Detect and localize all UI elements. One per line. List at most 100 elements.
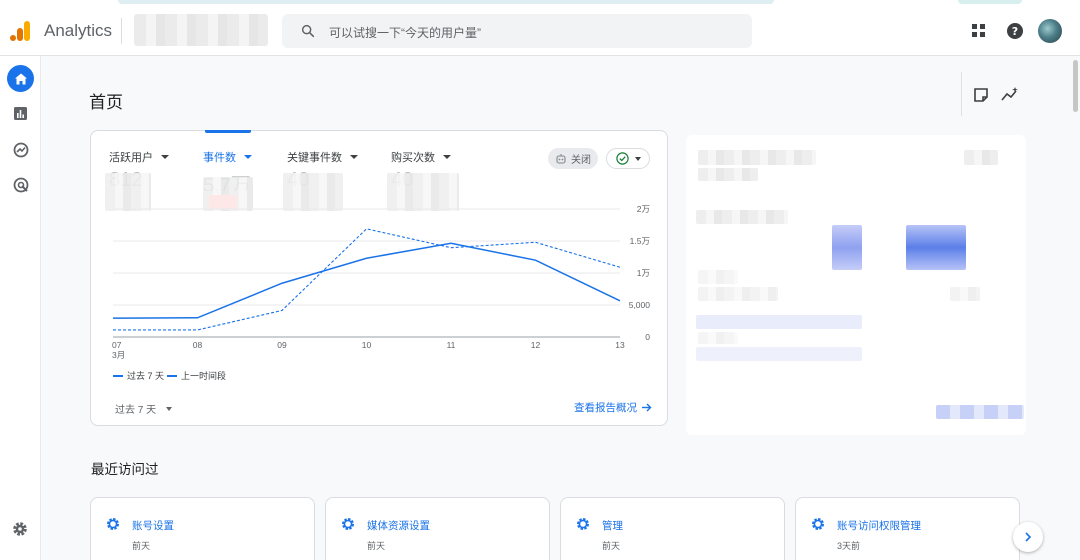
active-tab-indicator <box>205 130 251 133</box>
date-range-selector[interactable]: 过去 7 天 <box>115 401 173 416</box>
recent-item[interactable]: 管理 前天 <box>560 497 785 560</box>
redacted-text <box>696 210 788 224</box>
page-title: 首页 <box>89 93 123 112</box>
explore-icon <box>13 142 28 157</box>
y-tick-label: 1.5万 <box>630 236 650 246</box>
apps-grid-icon[interactable] <box>970 22 988 40</box>
compare-toggle[interactable]: 关闭 <box>548 148 598 169</box>
caret-down-icon <box>244 155 252 159</box>
x-tick-label: 12 <box>531 340 541 350</box>
x-tick-sublabel: 3月 <box>112 350 125 360</box>
chevron-right-icon <box>1025 532 1032 542</box>
help-icon[interactable]: ? <box>1006 22 1024 40</box>
x-tick-label: 10 <box>362 340 372 350</box>
next-button[interactable] <box>1013 522 1043 552</box>
redacted-link <box>936 405 1024 419</box>
redacted-text <box>964 150 998 165</box>
legend-swatch-dashed <box>167 374 177 377</box>
tab-event-count[interactable]: 事件数 <box>203 149 252 165</box>
caret-down-icon <box>443 155 451 159</box>
nav-home[interactable] <box>7 65 34 92</box>
series-line-previous <box>113 228 621 331</box>
metrics-card: 活跃用户 事件数 关键事件数 购买次数 812 5.7万 40 40 关闭 05… <box>90 130 668 426</box>
gear-icon <box>342 518 354 530</box>
nav-explore[interactable] <box>7 136 34 163</box>
top-highlight-right <box>958 0 1022 4</box>
recent-section-title: 最近访问过 <box>91 462 159 477</box>
view-report-label: 查看报告概况 <box>574 402 637 414</box>
date-range-label: 过去 7 天 <box>115 405 157 416</box>
caret-down-icon <box>161 155 169 159</box>
y-tick-label: 0 <box>645 332 650 342</box>
redacted-text <box>950 287 980 301</box>
check-circle-icon <box>615 152 629 165</box>
redacted-text <box>698 168 758 181</box>
tab-label: 购买次数 <box>391 152 435 164</box>
nav-advertising[interactable] <box>7 171 34 198</box>
gear-icon <box>577 518 589 530</box>
series-line-current <box>112 242 621 319</box>
recent-item-label: 账号访问权限管理 <box>837 520 921 532</box>
x-tick-label: 11 <box>447 340 456 350</box>
arrow-right-icon <box>642 403 652 412</box>
left-nav-rail <box>0 56 41 560</box>
recent-item-time: 3天前 <box>837 541 861 551</box>
recent-item-label: 账号设置 <box>132 520 174 532</box>
recent-item[interactable]: 媒体资源设置 前天 <box>325 497 550 560</box>
x-tick-label: 07 <box>112 340 122 350</box>
redacted-text <box>698 150 816 165</box>
tab-active-users[interactable]: 活跃用户 <box>109 149 169 165</box>
caret-down-icon <box>350 155 358 159</box>
x-tick-label: 09 <box>277 340 287 350</box>
recent-item-time: 前天 <box>602 541 621 551</box>
nav-reports[interactable] <box>7 100 34 127</box>
x-tick-label: 13 <box>615 340 625 350</box>
insights-icon[interactable] <box>1001 86 1019 104</box>
search-input[interactable]: 可以试搜一下“今天的用户量” <box>329 24 481 41</box>
y-tick-label: 2万 <box>637 204 650 214</box>
analytics-logo-icon[interactable] <box>10 20 32 42</box>
bar-chart-icon <box>14 107 27 120</box>
recent-item[interactable]: 账号访问权限管理 3天前 <box>795 497 1020 560</box>
legend-label: 上一时间段 <box>181 371 227 381</box>
y-tick-label: 1万 <box>637 268 650 278</box>
caret-down-icon <box>634 156 641 161</box>
legend-swatch-solid <box>113 374 123 377</box>
recent-item-time: 前天 <box>132 541 151 551</box>
top-bar: Analytics 可以试搜一下“今天的用户量” ? <box>0 0 1080 56</box>
redacted-text <box>698 287 778 301</box>
y-tick-label: 5,000 <box>629 300 651 310</box>
tab-label: 关键事件数 <box>287 152 342 164</box>
top-highlight <box>118 0 774 4</box>
page-scrollbar[interactable] <box>1073 60 1078 112</box>
recent-item-label: 媒体资源设置 <box>367 520 430 532</box>
redacted-text <box>698 332 738 344</box>
svg-text:?: ? <box>1012 25 1018 38</box>
status-dropdown[interactable] <box>606 148 650 169</box>
settings-gear-icon[interactable] <box>11 520 29 538</box>
view-report-link[interactable]: 查看报告概况 <box>574 400 652 415</box>
robot-icon <box>556 153 566 164</box>
redacted-text <box>698 270 738 284</box>
tab-key-events[interactable]: 关键事件数 <box>287 149 358 165</box>
tab-label: 活跃用户 <box>109 152 153 164</box>
app-name: Analytics <box>44 21 113 40</box>
recent-item[interactable]: 账号设置 前天 <box>90 497 315 560</box>
redacted-bar <box>696 315 862 329</box>
search-bar[interactable]: 可以试搜一下“今天的用户量” <box>282 14 752 48</box>
realtime-card <box>686 135 1026 435</box>
legend-label: 过去 7 天 <box>127 371 165 381</box>
header-divider <box>121 18 122 44</box>
search-icon <box>301 24 315 38</box>
tab-purchases[interactable]: 购买次数 <box>391 149 451 165</box>
toggle-label: 关闭 <box>571 155 591 166</box>
advertising-icon <box>13 177 28 192</box>
caret-down-icon <box>166 406 173 411</box>
redacted-bar <box>906 225 966 270</box>
line-chart: 0 5,000 1万 1.5万 2万 07 08 09 10 11 12 13 3月 <box>112 204 651 360</box>
note-icon[interactable] <box>972 86 990 104</box>
redacted-bar <box>696 347 862 361</box>
account-selector[interactable] <box>134 14 268 46</box>
home-icon <box>14 73 27 84</box>
avatar[interactable] <box>1038 19 1062 43</box>
